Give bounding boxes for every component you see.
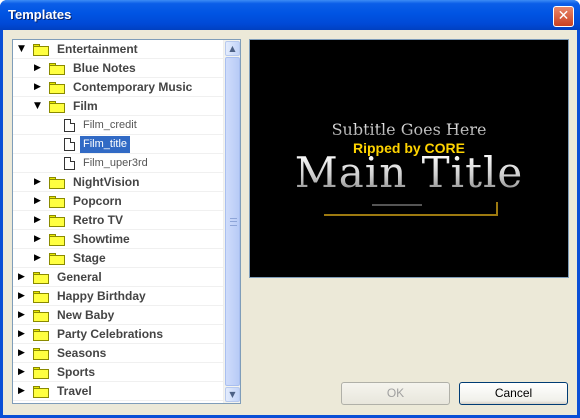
- folder-icon: [49, 177, 65, 189]
- folder-icon: [33, 348, 49, 360]
- expand-arrow-icon[interactable]: ▶: [18, 386, 28, 396]
- tree-folder-item[interactable]: ▼ Entertainment: [13, 40, 223, 59]
- tree-folder-item[interactable]: ▼ Film: [13, 97, 223, 116]
- tree-folder-item[interactable]: ▶ Sports: [13, 363, 223, 382]
- tree-item-label: General: [57, 270, 102, 284]
- expand-arrow-icon[interactable]: ▶: [34, 196, 44, 206]
- tree-folder-item[interactable]: ▶ Happy Birthday: [13, 287, 223, 306]
- tree-folder-item[interactable]: ▶ Stage: [13, 249, 223, 268]
- expand-arrow-icon[interactable]: ▶: [34, 82, 44, 92]
- preview-bar-text: [372, 204, 422, 206]
- tree-file-item[interactable]: Film_title: [13, 135, 223, 154]
- tree-folder-item[interactable]: ▶ Retro TV: [13, 211, 223, 230]
- tree-folder-item[interactable]: ▶ Popcorn: [13, 192, 223, 211]
- expand-arrow-icon[interactable]: ▶: [18, 310, 28, 320]
- folder-icon: [33, 310, 49, 322]
- folder-icon: [33, 291, 49, 303]
- tree-folder-item[interactable]: ▶ New Baby: [13, 306, 223, 325]
- folder-icon: [49, 253, 65, 265]
- tree-folder-item[interactable]: ▶ Travel: [13, 382, 223, 401]
- tree-item-label: Contemporary Music: [73, 80, 193, 94]
- tree-folder-item[interactable]: ▶ Blue Notes: [13, 59, 223, 78]
- tree-scrollbar[interactable]: ▲ ▼: [223, 40, 240, 403]
- preview-lower-bar: [324, 202, 498, 216]
- expand-arrow-icon[interactable]: ▶: [18, 329, 28, 339]
- tree-item-label: Film_credit: [83, 119, 137, 131]
- tree-item-label: Showtime: [73, 232, 130, 246]
- tree-item-label: Blue Notes: [73, 61, 136, 75]
- folder-icon: [33, 329, 49, 341]
- tree-folder-item[interactable]: ▶ Contemporary Music: [13, 78, 223, 97]
- expand-arrow-icon[interactable]: ▶: [18, 272, 28, 282]
- scroll-down-icon[interactable]: ▼: [225, 387, 240, 402]
- tree-item-label: Seasons: [57, 346, 107, 360]
- tree-item-label: Travel: [57, 384, 92, 398]
- folder-icon: [33, 386, 49, 398]
- cancel-button[interactable]: Cancel: [459, 382, 568, 405]
- tree-item-label: Happy Birthday: [57, 289, 146, 303]
- tree-item-label: New Baby: [57, 308, 115, 322]
- collapse-arrow-icon[interactable]: ▼: [34, 101, 44, 111]
- folder-icon: [49, 101, 65, 113]
- window-title: Templates: [8, 7, 72, 22]
- tree-item-label: Popcorn: [73, 194, 122, 208]
- folder-icon: [49, 234, 65, 246]
- document-icon: [64, 157, 75, 170]
- grip-icon: [230, 218, 237, 226]
- template-preview: Subtitle Goes Here Ripped by CORE Main T…: [249, 39, 569, 278]
- expand-arrow-icon[interactable]: ▶: [34, 63, 44, 73]
- collapse-arrow-icon[interactable]: ▼: [18, 44, 28, 54]
- expand-arrow-icon[interactable]: ▶: [34, 234, 44, 244]
- folder-icon: [33, 367, 49, 379]
- tree-list: ▼ Entertainment ▶ Blue Notes ▶ Contemporary M…: [13, 40, 223, 401]
- preview-subtitle: Subtitle Goes Here: [250, 120, 568, 139]
- tree-folder-item[interactable]: ▶ General: [13, 268, 223, 287]
- tree-folder-item[interactable]: ▶ Seasons: [13, 344, 223, 363]
- scrollbar-thumb[interactable]: [225, 57, 240, 386]
- folder-icon: [33, 272, 49, 284]
- folder-icon: [49, 82, 65, 94]
- templates-dialog: Templates ✕ ▼ Entertainment ▶ Blue Notes ▶ Co…: [0, 0, 580, 418]
- tree-item-label: Film: [73, 99, 98, 113]
- folder-icon: [33, 44, 49, 56]
- tree-item-label: NightVision: [73, 175, 140, 189]
- tree-folder-item[interactable]: ▶ NightVision: [13, 173, 223, 192]
- ok-button[interactable]: OK: [341, 382, 450, 405]
- expand-arrow-icon[interactable]: ▶: [18, 291, 28, 301]
- tree-file-item[interactable]: Film_uper3rd: [13, 154, 223, 173]
- expand-arrow-icon[interactable]: ▶: [34, 253, 44, 263]
- tree-item-label: Film_uper3rd: [83, 157, 148, 169]
- folder-icon: [49, 196, 65, 208]
- tree-item-label: Sports: [57, 365, 96, 379]
- tree-item-label: Film_title: [80, 136, 131, 153]
- title-bar[interactable]: Templates ✕: [0, 0, 580, 30]
- expand-arrow-icon[interactable]: ▶: [18, 367, 28, 377]
- folder-icon: [49, 215, 65, 227]
- tree-file-item[interactable]: Film_credit: [13, 116, 223, 135]
- document-icon: [64, 138, 75, 151]
- expand-arrow-icon[interactable]: ▶: [34, 177, 44, 187]
- tree-item-label: Party Celebrations: [57, 327, 164, 341]
- tree-item-label: Retro TV: [73, 213, 124, 227]
- tree-folder-item[interactable]: ▶ Showtime: [13, 230, 223, 249]
- preview-main-title: Main Title: [250, 148, 568, 197]
- folder-icon: [49, 63, 65, 75]
- scroll-up-icon[interactable]: ▲: [225, 41, 240, 56]
- document-icon: [64, 119, 75, 132]
- tree-folder-item[interactable]: ▶ Party Celebrations: [13, 325, 223, 344]
- close-icon[interactable]: ✕: [553, 6, 574, 27]
- dialog-client-area: ▼ Entertainment ▶ Blue Notes ▶ Contemporary M…: [3, 30, 577, 415]
- template-tree[interactable]: ▼ Entertainment ▶ Blue Notes ▶ Contemporary M…: [12, 39, 241, 404]
- tree-item-label: Entertainment: [57, 42, 138, 56]
- expand-arrow-icon[interactable]: ▶: [18, 348, 28, 358]
- tree-item-label: Stage: [73, 251, 106, 265]
- expand-arrow-icon[interactable]: ▶: [34, 215, 44, 225]
